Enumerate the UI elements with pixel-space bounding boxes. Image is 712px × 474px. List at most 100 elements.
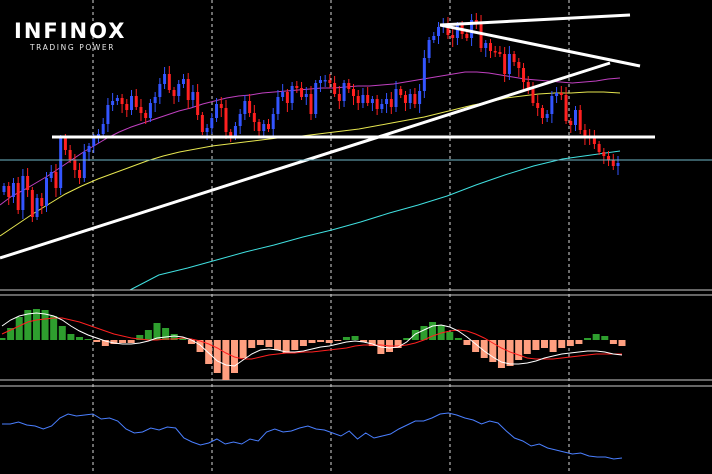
trend-line	[439, 13, 631, 27]
candle-body	[498, 52, 502, 54]
candle-body	[465, 34, 469, 38]
candle-body	[559, 93, 563, 95]
macd-histogram-bar	[446, 332, 454, 340]
candle-body	[503, 54, 507, 74]
macd-histogram-bar	[15, 317, 23, 340]
candle-body	[134, 96, 138, 107]
candle-body	[531, 89, 535, 103]
macd-histogram-bar	[609, 340, 617, 344]
candle-body	[290, 86, 294, 103]
candle-body	[375, 99, 379, 109]
macd-histogram-bar	[351, 336, 359, 340]
candle-body	[148, 103, 152, 118]
macd-histogram-bar	[497, 340, 505, 368]
candle-body	[583, 130, 587, 136]
candle-body	[540, 108, 544, 118]
candle-body	[573, 110, 577, 125]
candle-body	[484, 43, 488, 48]
macd-histogram-bar	[411, 330, 419, 340]
candle-body	[106, 105, 110, 124]
infinox-logo: INFINOX TRADING POWER	[14, 20, 126, 52]
candle-body	[422, 58, 426, 91]
macd-histogram-bar	[549, 340, 557, 352]
macd-histogram-bar	[317, 340, 325, 342]
candle-body	[54, 172, 58, 188]
rsi-line	[2, 412, 623, 460]
candle-body	[177, 84, 181, 96]
candle-body	[309, 94, 313, 114]
candle-body	[59, 138, 63, 188]
candle-body	[7, 186, 11, 197]
candle-body	[172, 90, 176, 96]
candle-body	[300, 88, 304, 97]
macd-histogram-bar	[291, 340, 299, 350]
candle-body	[328, 80, 332, 83]
candle-body	[611, 160, 615, 166]
candle-body	[49, 172, 53, 178]
candle-body	[281, 92, 285, 97]
candle-body	[366, 95, 370, 103]
macd-histogram-bar	[308, 340, 316, 343]
candle-body	[479, 23, 483, 48]
macd-histogram-bar	[325, 340, 333, 343]
candle-body	[248, 101, 252, 113]
macd-histogram-bar	[420, 326, 428, 340]
candle-body	[257, 122, 261, 131]
candle-body	[191, 92, 195, 100]
candle-body	[451, 35, 455, 38]
candle-body	[82, 152, 86, 178]
macd-histogram-bar	[601, 336, 609, 340]
candle-body	[295, 86, 299, 88]
candle-body	[158, 84, 162, 97]
candle-body	[578, 110, 582, 130]
macd-histogram-bar	[523, 340, 531, 354]
macd-histogram-bar	[144, 330, 152, 340]
candle-body	[224, 108, 228, 132]
candle-body	[238, 114, 242, 126]
macd-histogram-bar	[558, 340, 566, 348]
macd-histogram-bar	[239, 340, 247, 358]
chart-stage: INFINOX TRADING POWER	[0, 0, 712, 474]
candle-body	[252, 113, 256, 122]
candle-body	[555, 93, 559, 96]
candle-body	[285, 92, 289, 103]
logo-name: INFINOX	[14, 19, 127, 43]
macd-histogram-bar	[463, 340, 471, 345]
candle-body	[87, 146, 91, 152]
candle-body	[545, 114, 549, 118]
candle-body	[602, 152, 606, 156]
macd-histogram-bar	[93, 340, 101, 342]
macd-histogram-bar	[274, 340, 282, 350]
macd-histogram-bar	[162, 328, 170, 340]
candle-body	[40, 198, 44, 206]
macd-histogram-bar	[566, 340, 574, 346]
candle-body	[266, 124, 270, 129]
candle-body	[243, 101, 247, 114]
candle-body	[2, 186, 6, 192]
candle-body	[427, 40, 431, 58]
candle-body	[215, 104, 219, 118]
candle-body	[522, 68, 526, 82]
trading-chart	[0, 0, 712, 474]
macd-histogram-bar	[265, 340, 273, 347]
candle-body	[200, 115, 204, 132]
candle-body	[413, 94, 417, 104]
candle-body	[403, 95, 407, 103]
candle-body	[68, 150, 72, 160]
macd-histogram-bar	[119, 340, 127, 343]
candle-body	[219, 104, 223, 108]
candle-body	[347, 83, 351, 89]
candle-body	[73, 160, 77, 170]
candle-body	[318, 80, 322, 83]
candle-body	[111, 101, 115, 105]
candle-body	[432, 36, 436, 40]
candle-body	[262, 124, 266, 131]
macd-histogram-bar	[222, 340, 230, 380]
candle-body	[205, 128, 209, 132]
macd-histogram-bar	[584, 338, 592, 340]
candle-body	[493, 51, 497, 53]
candle-body	[437, 27, 441, 36]
candle-body	[361, 95, 365, 103]
logo-tagline: TRADING POWER	[30, 43, 116, 52]
macd-histogram-bar	[454, 338, 462, 340]
